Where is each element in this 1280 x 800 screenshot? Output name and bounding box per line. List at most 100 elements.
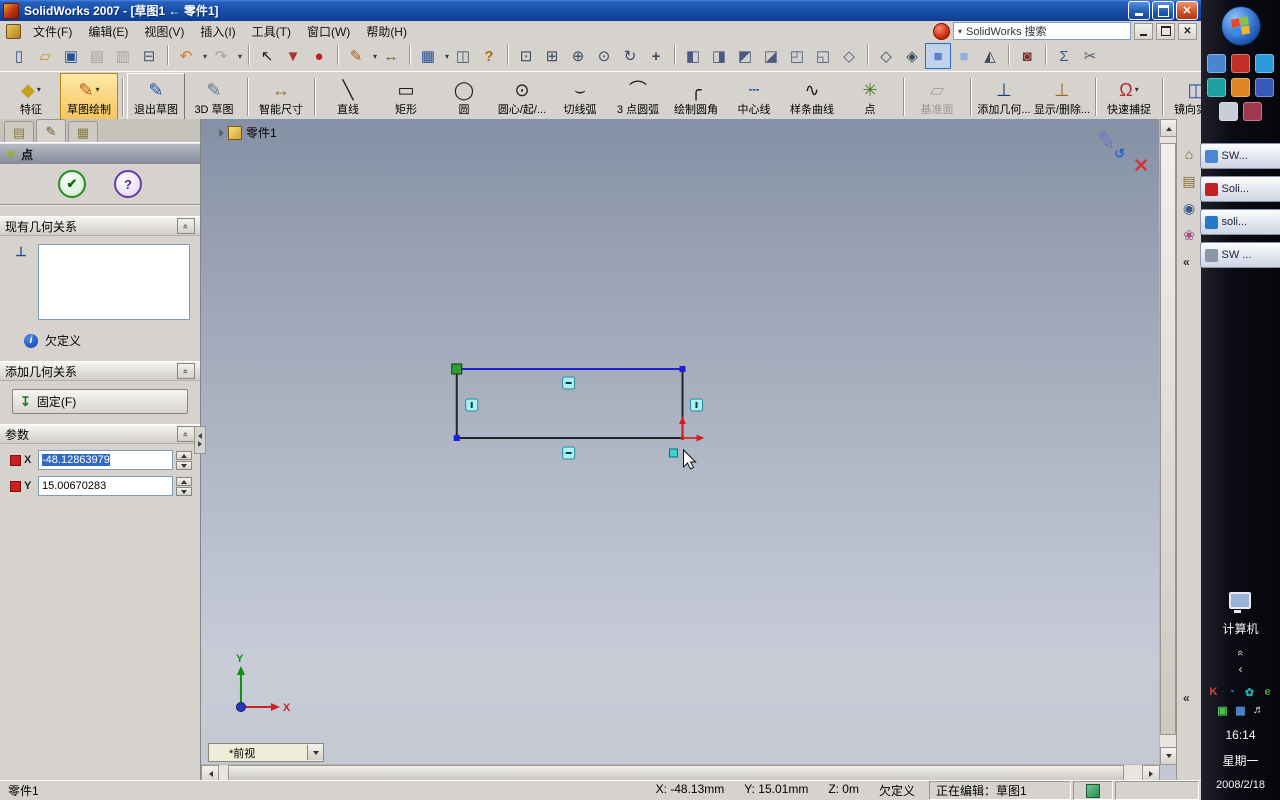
menu-help[interactable]: 帮助(H) [358,21,415,42]
horizontal-constraint-badge[interactable] [562,446,576,460]
restore-button[interactable] [1152,1,1174,20]
trim-entities-button[interactable]: ✂ [1077,43,1103,69]
collapse-chevron-icon[interactable] [177,426,195,442]
plane-tool-button[interactable]: ▱ 基准面 [903,73,966,121]
selection-filter-button[interactable]: ▼ [280,43,306,69]
scroll-left-button[interactable] [201,765,219,781]
smart-dimension-tool-button[interactable]: ↔ 智能尺寸 [247,73,310,121]
y-coordinate-input[interactable]: 15.00670283 [38,476,173,496]
scrollbar-track[interactable] [219,765,1142,781]
sketch-origin[interactable] [679,416,705,442]
search-input[interactable]: ▾ SolidWorks 搜索 [953,22,1131,40]
menu-insert[interactable]: 插入(I) [192,21,243,42]
shaded-edges-button[interactable]: ■ [925,43,951,69]
resources-home-icon[interactable]: ⌂ [1185,147,1193,161]
vertical-constraint-badge[interactable] [690,398,703,412]
rectangle-tool-button[interactable]: ▭ 矩形 [377,73,435,121]
make-drawing-button[interactable]: ▤ [84,43,110,69]
relations-list[interactable] [38,244,190,320]
expand-chevron-icon-2[interactable]: ‹ [1239,662,1243,676]
sketch-draw-button[interactable]: ✎ 草图绘制 [60,73,118,121]
chevron-down-icon[interactable]: ▾ [958,27,962,36]
cancel-sketch-icon[interactable]: ✕ [1133,155,1149,178]
redo-button[interactable]: ↷ [208,43,243,69]
mdi-minimize-button[interactable] [1134,22,1153,40]
taskbar-window-button[interactable]: SW ... [1199,242,1280,268]
graphics-area[interactable]: Y X 零件1 ✎ ↺ ✕ *前视 ⌂ ▤ ◉ ❀ « « [201,119,1201,781]
hidden-lines-button[interactable]: ◈ [899,43,925,69]
add-relation-button[interactable]: ⊥ 添加几何... [970,73,1033,121]
expand-chevron-icon[interactable]: « [1235,650,1247,656]
three-point-arc-tool-button[interactable]: ⌒ 3 点圆弧 [609,73,667,121]
horizontal-constraint-badge[interactable] [562,376,576,390]
quick-snaps-button[interactable]: Ω 快速捕捉 [1095,73,1158,121]
section-view-button[interactable]: ◭ [977,43,1003,69]
vertex-point[interactable] [679,366,686,372]
taskbar-window-button[interactable]: SW... [1199,143,1280,169]
view-top-button[interactable]: ◰ [784,43,810,69]
vertex-point[interactable] [453,435,460,441]
quick-launch-icon[interactable] [1255,78,1274,97]
point-tool-button[interactable]: ✳ 点 [841,73,899,121]
menu-edit[interactable]: 编辑(E) [80,21,136,42]
parameters-group-header[interactable]: 参数 [0,424,200,444]
clock[interactable]: 16:14 星期一 2008/2/18 [1216,728,1265,791]
fix-relation-button[interactable]: ↧ 固定(F) [12,389,188,414]
collapse-panel-button[interactable]: « [1183,255,1190,269]
view-bottom-button[interactable]: ◱ [810,43,836,69]
tray-icon[interactable]: ▦ [1234,703,1248,717]
vertical-scrollbar[interactable] [1159,119,1178,765]
featuremanager-tab[interactable]: ▤ [4,121,34,142]
x-coordinate-input[interactable]: -48.12863979 [38,450,173,470]
tray-icon[interactable]: ◔ [1225,685,1239,699]
quick-launch-icon[interactable] [1231,54,1250,73]
mdi-restore-button[interactable] [1156,22,1175,40]
view-right-button[interactable]: ◪ [758,43,784,69]
menu-file[interactable]: 文件(F) [25,21,80,42]
display-relations-button[interactable]: ⊥ 显示/删除... [1033,73,1091,121]
zoom-in-out-button[interactable]: ⊕ [565,43,591,69]
spline-tool-button[interactable]: ∿ 样条曲线 [783,73,841,121]
help-button[interactable]: ? [114,170,142,198]
equations-button[interactable]: Σ [1045,43,1077,69]
titlebar[interactable]: SolidWorks 2007 - [草图1 ← 零件1] ✕ [0,0,1201,21]
circle-tool-button[interactable]: ◯ 圆 [435,73,493,121]
zoom-fit-button[interactable]: ⊡ [507,43,539,69]
view-front-button[interactable]: ◧ [674,43,706,69]
tray-icon[interactable]: K [1207,685,1221,699]
quick-launch-icon[interactable] [1207,78,1226,97]
centerline-tool-button[interactable]: ┄ 中心线 [725,73,783,121]
save-button[interactable]: ▣ [58,43,84,69]
quick-launch-icon[interactable] [1207,54,1226,73]
help-button[interactable]: ? [476,43,502,69]
sketch-button[interactable]: ✎ [337,43,378,69]
tangent-arc-tool-button[interactable]: ⌣ 切线弧 [551,73,609,121]
zoom-selection-button[interactable]: ⊙ [591,43,617,69]
design-library-icon[interactable]: ▤ [1182,174,1195,188]
computer-shortcut[interactable]: 计算机 [1222,592,1259,637]
configurationmanager-tab[interactable]: ▦ [68,121,98,142]
panel-splitter-handle[interactable] [194,426,206,454]
mdi-close-button[interactable]: ✕ [1178,22,1197,40]
quick-launch-icon[interactable] [1255,54,1274,73]
realview-button[interactable]: ◙ [1008,43,1040,69]
taskbar-window-button[interactable]: soli... [1199,209,1280,235]
start-button[interactable] [1220,6,1261,46]
scrollbar-track[interactable] [1160,137,1177,747]
scrollbar-thumb[interactable] [1160,143,1176,735]
zoom-area-button[interactable]: ⊞ [539,43,565,69]
quick-launch-icon[interactable] [1231,78,1250,97]
shaded-button[interactable]: ■ [951,43,977,69]
x-spinner[interactable] [176,450,192,470]
exit-sketch-button[interactable]: ✎ 退出草图 [122,73,185,121]
view-left-button[interactable]: ◩ [732,43,758,69]
appearances-icon[interactable]: ❀ [1183,228,1195,242]
view-orientation-selector[interactable]: *前视 [208,743,324,762]
collapse-chevron-icon[interactable] [177,363,195,379]
taskbar-window-button[interactable]: Soli... [1199,176,1280,202]
combo-dropdown-button[interactable] [307,745,323,760]
print-button[interactable]: ⊟ [136,43,162,69]
tray-icon[interactable]: e [1261,685,1275,699]
feature-tree-flyout[interactable]: 零件1 [219,124,277,141]
minimize-button[interactable] [1128,1,1150,20]
